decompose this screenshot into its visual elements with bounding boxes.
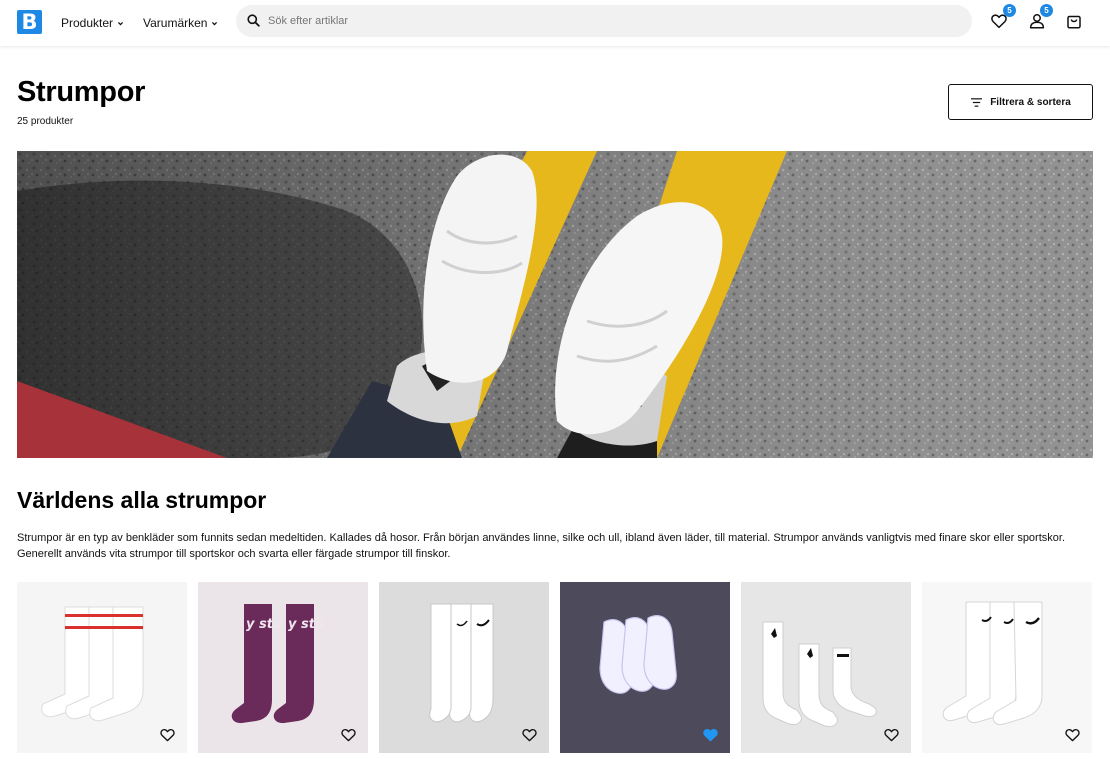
product-card[interactable]: [560, 582, 730, 753]
heart-icon[interactable]: [521, 727, 538, 742]
chevron-down-icon: [212, 21, 218, 25]
product-count: 25 produkter: [17, 116, 74, 127]
product-card[interactable]: y stü y stü: [198, 582, 368, 753]
filter-sort-label: Filtrera & sortera: [990, 96, 1071, 108]
product-card[interactable]: [741, 582, 911, 753]
search-input[interactable]: [268, 5, 958, 37]
product-card[interactable]: [379, 582, 549, 753]
shopping-bag-icon: [1067, 15, 1081, 29]
nav-products-label: Produkter: [61, 16, 114, 30]
product-card[interactable]: [17, 582, 187, 753]
wishlist-count-badge: 5: [1003, 4, 1016, 17]
product-card[interactable]: [922, 582, 1092, 753]
hero-image: [17, 151, 1093, 458]
account-count-badge: 5: [1040, 4, 1053, 17]
page-title: Strumpor: [17, 76, 146, 108]
heart-icon[interactable]: [159, 727, 176, 742]
heart-icon[interactable]: [883, 727, 900, 742]
filter-icon: [971, 97, 983, 107]
nav-brands-label: Varumärken: [143, 16, 208, 30]
heart-icon[interactable]: [1064, 727, 1081, 742]
filter-sort-button[interactable]: Filtrera & sortera: [948, 84, 1093, 120]
search-bar: [236, 5, 972, 37]
top-header: B Produkter Varumärken 5 5: [0, 0, 1110, 46]
intro-text: Strumpor är en typ av benkläder som funn…: [17, 532, 1065, 560]
search-icon[interactable]: [247, 14, 260, 27]
chevron-down-icon: [117, 21, 124, 25]
svg-text:y stü: y stü: [246, 617, 282, 632]
wishlist-button[interactable]: 5: [989, 4, 1016, 31]
hero-banner: [17, 151, 1093, 458]
svg-text:y stü: y stü: [288, 617, 324, 632]
heart-icon[interactable]: [702, 727, 719, 742]
section-heading: Världens alla strumpor: [17, 487, 267, 513]
product-grid: y stü y stü: [17, 582, 1093, 753]
heart-icon[interactable]: [340, 727, 357, 742]
cart-button[interactable]: [1064, 11, 1084, 31]
nav-products[interactable]: Produkter: [61, 16, 124, 30]
site-logo[interactable]: B: [17, 10, 42, 34]
nav-brands[interactable]: Varumärken: [143, 16, 218, 30]
account-button[interactable]: 5: [1027, 4, 1053, 31]
logo-letter: B: [21, 9, 38, 34]
